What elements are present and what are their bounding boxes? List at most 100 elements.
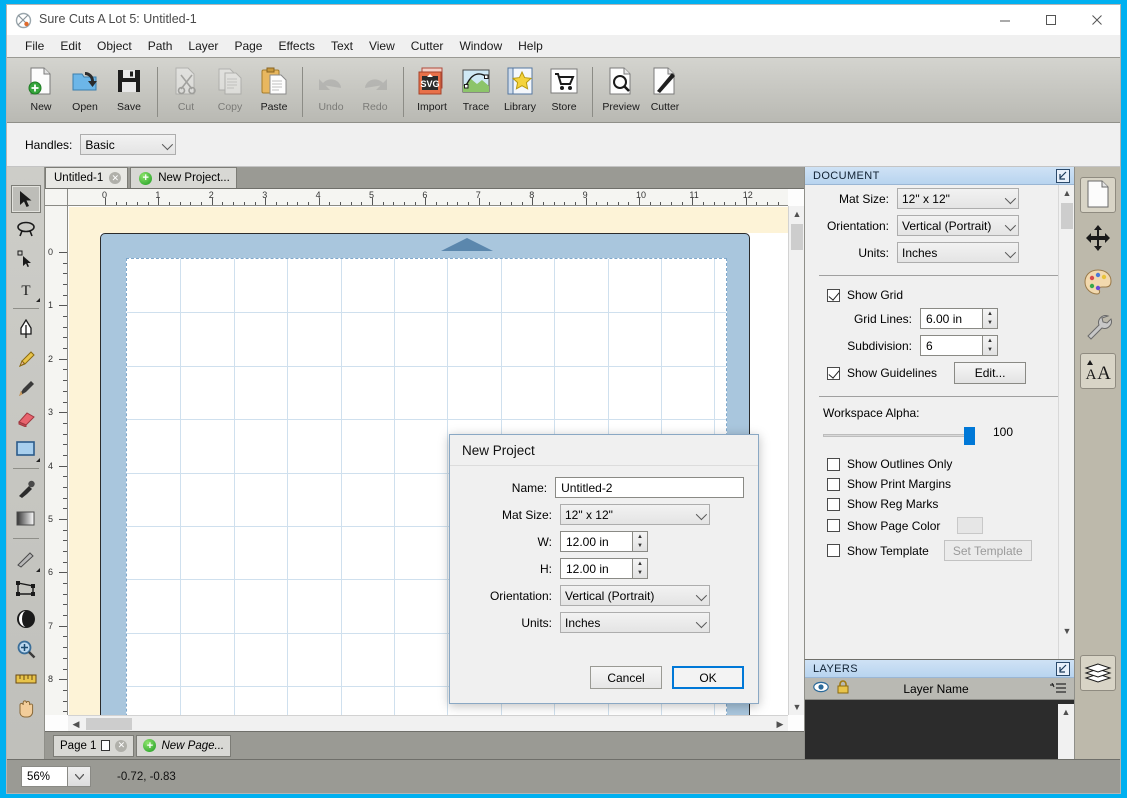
grid-lines-input[interactable] (920, 308, 982, 329)
select-tool[interactable] (10, 185, 41, 213)
show-outlines-only-checkbox[interactable] (827, 457, 840, 471)
vertical-scroll-thumb[interactable] (791, 224, 803, 250)
grid-lines-stepper[interactable]: ▲▼ (920, 308, 998, 329)
pen-tool[interactable] (11, 315, 41, 343)
maximize-button[interactable] (1028, 5, 1074, 35)
dialog-height-stepper[interactable]: ▲▼ (560, 558, 648, 579)
show-outlines-only-row[interactable]: Show Outlines Only (805, 454, 1074, 474)
page-tab-1[interactable]: Page 1 ✕ (53, 734, 135, 757)
hamburger-menu-icon[interactable] (1050, 682, 1066, 696)
subdivision-stepper[interactable]: ▲▼ (920, 335, 998, 356)
tab-close-icon[interactable]: ✕ (109, 172, 122, 184)
show-page-color-checkbox[interactable] (827, 519, 840, 532)
gradient-tool[interactable] (11, 505, 41, 533)
mat-size-select[interactable]: 12" x 12" (897, 188, 1019, 209)
eye-visibility-icon[interactable] (813, 681, 830, 696)
color-rail-button[interactable] (1080, 265, 1116, 301)
handles-select[interactable]: Basic (80, 134, 177, 155)
zoom-dropdown-arrow-icon[interactable] (67, 766, 91, 787)
toolbar-new-button[interactable]: New (19, 62, 63, 120)
toolbar-trace-button[interactable]: Trace (454, 62, 498, 120)
layers-rail-button[interactable] (1080, 655, 1116, 691)
toolbar-copy-button[interactable]: Copy (208, 62, 252, 120)
eyedropper-tool[interactable] (11, 475, 41, 503)
node-edit-tool[interactable] (11, 245, 41, 273)
dialog-mat-size-select[interactable]: 12" x 12" (560, 504, 710, 525)
menu-item-window[interactable]: Window (451, 37, 510, 55)
page-close-icon[interactable]: ✕ (115, 739, 128, 752)
canvas-vertical-scrollbar[interactable]: ▲ ▼ (788, 206, 804, 715)
menu-item-path[interactable]: Path (140, 37, 181, 55)
toolbar-store-button[interactable]: Store (542, 62, 586, 120)
menu-item-file[interactable]: File (17, 37, 52, 55)
zoom-control[interactable] (21, 766, 91, 787)
dialog-cancel-button[interactable]: Cancel (590, 666, 662, 689)
workspace-alpha-slider[interactable] (823, 426, 975, 445)
toolbar-paste-button[interactable]: Paste (252, 62, 296, 120)
menu-item-edit[interactable]: Edit (52, 37, 89, 55)
panel-scroll-up-button[interactable]: ▲ (1059, 185, 1075, 201)
toolbar-undo-button[interactable]: Undo (309, 62, 353, 120)
scroll-up-button[interactable]: ▲ (789, 206, 804, 222)
toolbar-cut-button[interactable]: Cut (164, 62, 208, 120)
toolbar-import-button[interactable]: SVG Import (410, 62, 454, 120)
show-grid-row[interactable]: Show Grid (805, 285, 1074, 305)
dialog-units-select[interactable]: Inches (560, 612, 710, 633)
menu-item-cutter[interactable]: Cutter (403, 37, 452, 55)
show-reg-marks-row[interactable]: Show Reg Marks (805, 494, 1074, 514)
set-template-button[interactable]: Set Template (943, 540, 1032, 561)
position-rail-button[interactable] (1080, 221, 1116, 257)
dialog-orientation-select[interactable]: Vertical (Portrait) (560, 585, 710, 606)
tab-untitled-1[interactable]: Untitled-1 ✕ (45, 167, 129, 188)
edit-guidelines-button[interactable]: Edit... (954, 362, 1027, 384)
toolbar-redo-button[interactable]: Redo (353, 62, 397, 120)
properties-rail-button[interactable] (1080, 309, 1116, 345)
orientation-select[interactable]: Vertical (Portrait) (897, 215, 1019, 236)
project-name-input[interactable] (555, 477, 744, 498)
show-page-color-row[interactable]: Show Page Color (805, 514, 1074, 537)
show-print-margins-row[interactable]: Show Print Margins (805, 474, 1074, 494)
toolbar-library-button[interactable]: Library (498, 62, 542, 120)
measure-tool[interactable] (11, 665, 41, 693)
tab-new-project[interactable]: + New Project... (130, 167, 237, 188)
layers-scroll-up-button[interactable]: ▲ (1058, 704, 1074, 720)
scroll-right-button[interactable]: ▶ (772, 716, 788, 731)
dialog-height-arrows[interactable]: ▲ ▼ (632, 558, 648, 579)
show-reg-marks-checkbox[interactable] (827, 497, 840, 511)
show-guidelines-checkbox[interactable] (827, 366, 840, 380)
padlock-icon[interactable] (836, 680, 850, 697)
brush-tool[interactable] (11, 375, 41, 403)
pencil-tool[interactable] (11, 345, 41, 373)
dialog-width-input[interactable] (560, 531, 632, 552)
document-rail-button[interactable] (1079, 177, 1116, 213)
menu-item-text[interactable]: Text (323, 37, 361, 55)
hand-tool[interactable] (11, 695, 41, 723)
canvas-horizontal-scrollbar[interactable]: ◀ ▶ (68, 715, 788, 731)
new-page-button[interactable]: + New Page... (136, 734, 232, 757)
lasso-tool[interactable] (11, 215, 41, 243)
text-rail-button[interactable]: A A (1079, 353, 1116, 389)
units-select[interactable]: Inches (897, 242, 1019, 263)
shape-tool[interactable] (11, 435, 41, 463)
toolbar-open-button[interactable]: Open (63, 62, 107, 120)
eraser-tool[interactable] (11, 405, 41, 433)
menu-item-view[interactable]: View (361, 37, 403, 55)
subdivision-input[interactable] (920, 335, 982, 356)
knife-tool[interactable] (11, 545, 41, 573)
grid-lines-arrows[interactable]: ▲ ▼ (982, 308, 998, 329)
menu-item-layer[interactable]: Layer (180, 37, 226, 55)
subdivision-arrows[interactable]: ▲ ▼ (982, 335, 998, 356)
close-button[interactable] (1074, 5, 1120, 35)
show-print-margins-checkbox[interactable] (827, 477, 840, 491)
dialog-ok-button[interactable]: OK (672, 666, 744, 689)
menu-item-object[interactable]: Object (89, 37, 140, 55)
menu-item-help[interactable]: Help (510, 37, 551, 55)
toolbar-preview-button[interactable]: Preview (599, 62, 643, 120)
show-template-row[interactable]: Show Template Set Template (805, 537, 1074, 564)
toolbar-save-button[interactable]: Save (107, 62, 151, 120)
horizontal-scroll-thumb[interactable] (86, 718, 132, 730)
panel-undock-icon[interactable] (1056, 661, 1070, 676)
slider-knob[interactable] (964, 427, 975, 445)
show-grid-checkbox[interactable] (827, 288, 840, 302)
panel-scroll-thumb[interactable] (1060, 203, 1073, 229)
